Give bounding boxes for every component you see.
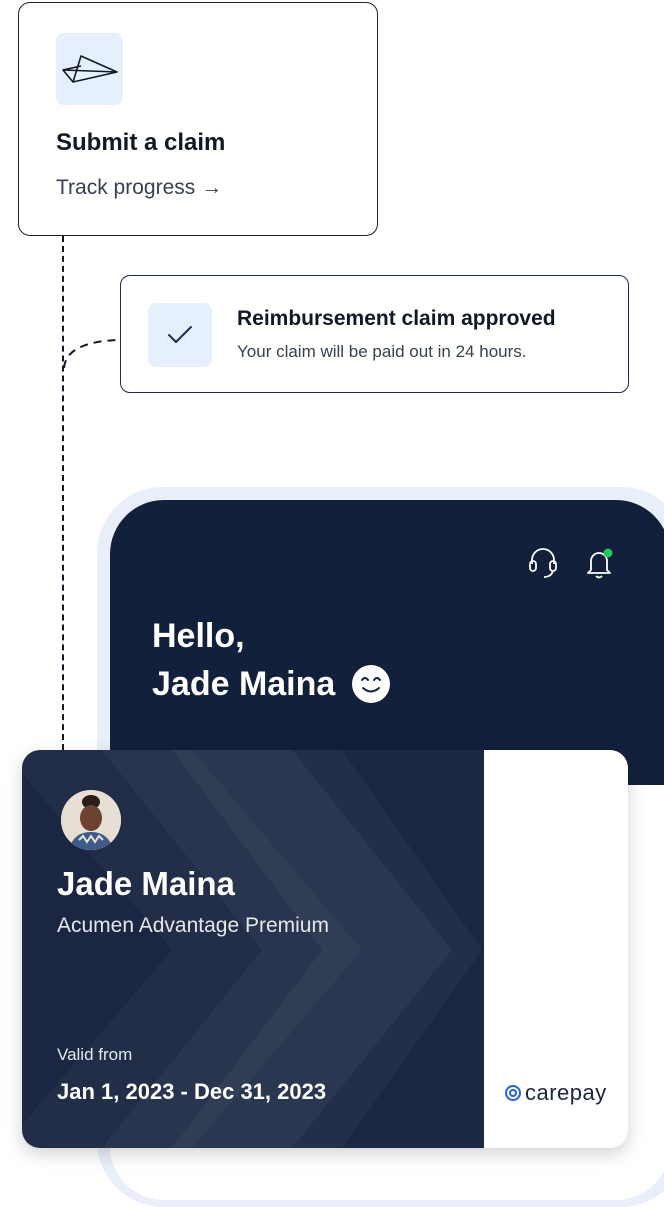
- membership-card-front: Jade Maina Acumen Advantage Premium Vali…: [22, 750, 484, 1148]
- notification-subtitle: Your claim will be paid out in 24 hours.: [237, 342, 527, 361]
- avatar: [61, 790, 121, 850]
- headset-icon[interactable]: [527, 546, 559, 580]
- greeting-hello: Hello,: [152, 617, 245, 655]
- notification-dot: [603, 548, 613, 558]
- submit-claim-card[interactable]: Submit a claim Track progress →: [18, 2, 378, 236]
- bell-icon[interactable]: [583, 546, 615, 580]
- brand-name: carepay: [525, 1080, 607, 1105]
- notification-title: Reimbursement claim approved: [237, 307, 556, 330]
- paper-plane-icon: [56, 33, 123, 105]
- member-plan: Acumen Advantage Premium: [57, 914, 329, 937]
- carepay-logo: carepay: [504, 1080, 607, 1106]
- connector-curve: [63, 339, 119, 369]
- check-icon: [148, 303, 212, 367]
- claim-approved-notification: Reimbursement claim approved Your claim …: [120, 275, 629, 393]
- greeting-name: Jade Maina: [152, 665, 336, 703]
- greeting: Hello, Jade Maina: [152, 612, 391, 708]
- member-name: Jade Maina: [57, 865, 235, 902]
- smiling-face-icon: [352, 665, 391, 703]
- track-progress-link[interactable]: Track progress →: [56, 176, 222, 200]
- valid-from-label: Valid from: [57, 1045, 133, 1064]
- valid-dates: Jan 1, 2023 - Dec 31, 2023: [57, 1079, 327, 1104]
- membership-card[interactable]: Jade Maina Acumen Advantage Premium Vali…: [22, 750, 628, 1148]
- carepay-logo-icon: [505, 1085, 521, 1101]
- connector-line: [62, 236, 64, 750]
- claim-card-title: Submit a claim: [56, 129, 226, 156]
